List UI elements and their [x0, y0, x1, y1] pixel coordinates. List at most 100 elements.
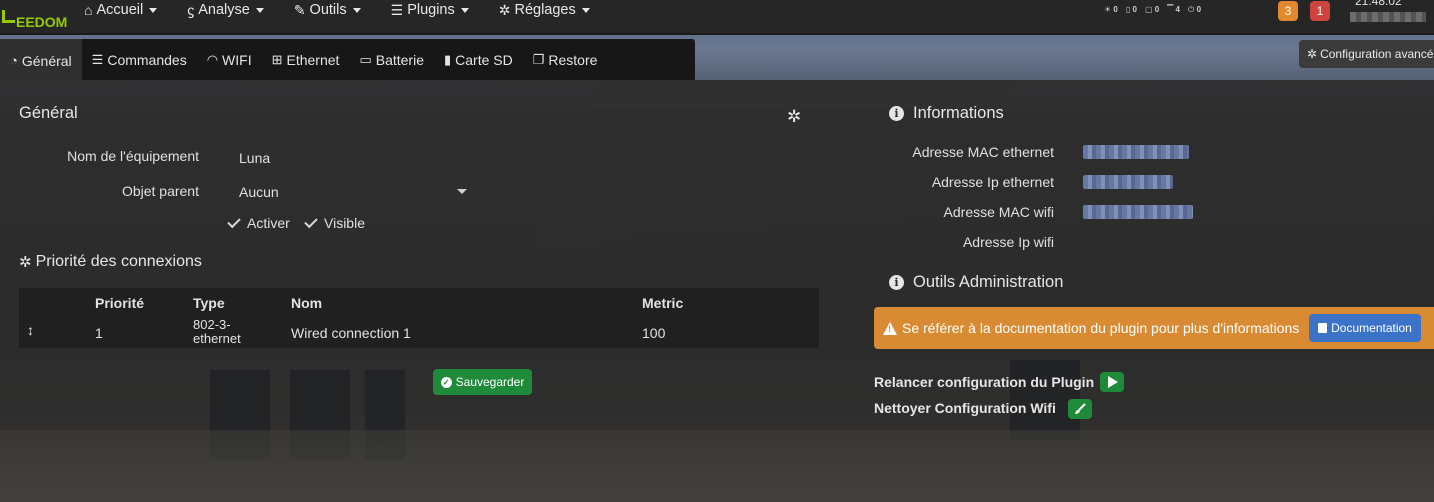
- info-icon: i: [889, 275, 904, 290]
- drag-handle-icon[interactable]: ↕: [27, 322, 34, 338]
- relancer-button[interactable]: [1100, 372, 1124, 392]
- advanced-config-button[interactable]: ✲ Configuration avancée: [1299, 40, 1434, 68]
- brush-icon: [1075, 403, 1086, 414]
- mac-wifi-value-redacted: [1083, 205, 1193, 219]
- tab-label: Batterie: [375, 51, 424, 68]
- informations-title: Informations: [913, 104, 1004, 122]
- menu-label: Outils: [309, 2, 347, 18]
- caret-down-icon: [457, 189, 467, 194]
- priority-table: Priorité Type Nom Metric ↕ 1 802-3- ethe…: [19, 288, 819, 348]
- tab-ethernet[interactable]: ⊞ Ethernet: [262, 39, 350, 80]
- logo-icon: [2, 8, 16, 26]
- tab-label: WIFI: [222, 51, 252, 68]
- mac-ethernet-value-redacted: [1083, 145, 1189, 159]
- activer-label: Activer: [247, 215, 290, 231]
- ip-ethernet-label: Adresse Ip ethernet: [931, 174, 1054, 190]
- check-icon: [304, 214, 318, 229]
- tab-label: Carte SD: [455, 51, 513, 68]
- cogs-icon[interactable]: ✲: [787, 107, 801, 127]
- tab-label: Commandes: [107, 51, 187, 68]
- check-circle-icon: ✓: [440, 376, 452, 388]
- ip-wifi-label: Adresse Ip wifi: [962, 234, 1054, 250]
- menu-outils[interactable]: ✎ Outils: [294, 0, 361, 20]
- priorite-title: Priorité des connexions: [35, 253, 202, 270]
- tab-bar: ◔ Général ☰ Commandes ◠ WIFI ⊞ Ethernet …: [0, 39, 695, 80]
- list-icon: ☰: [91, 51, 104, 67]
- cogs-icon: ✲: [19, 254, 32, 271]
- tab-general[interactable]: ◔ Général: [0, 39, 82, 80]
- book-icon: [1318, 323, 1328, 333]
- nom-label: Nom de l'équipement: [67, 148, 199, 164]
- tab-commandes[interactable]: ☰ Commandes: [82, 39, 197, 80]
- info-icon: i: [889, 106, 904, 121]
- section-title-informations: i Informations: [889, 104, 1004, 123]
- wrench-icon: ✎: [293, 1, 306, 18]
- nettoyer-label: Nettoyer Configuration Wifi: [874, 400, 1056, 416]
- tab-carte-sd[interactable]: ▮ Carte SD: [434, 39, 523, 80]
- nettoyer-button[interactable]: [1068, 399, 1092, 419]
- check-icon: [227, 214, 241, 229]
- column-header: Type: [193, 295, 225, 311]
- cogs-icon: ✲: [498, 1, 511, 18]
- ip-ethernet-value-redacted: [1083, 175, 1173, 189]
- documentation-button[interactable]: Documentation: [1309, 314, 1421, 342]
- save-button[interactable]: ✓ Sauvegarder: [433, 369, 532, 395]
- tab-batterie[interactable]: ▭ Batterie: [349, 39, 434, 80]
- main-content: Général ✲ Nom de l'équipement Luna Objet…: [0, 80, 1434, 502]
- menu-analyse[interactable]: ϛ Analyse: [187, 0, 264, 20]
- objet-parent-select[interactable]: Aucun: [227, 176, 475, 208]
- visible-checkbox[interactable]: Visible: [304, 214, 365, 231]
- menu-label: Analyse: [198, 2, 250, 18]
- wifi-icon: ◠: [206, 51, 219, 67]
- stethoscope-icon: ϛ: [187, 2, 195, 18]
- objet-parent-value: Aucun: [239, 184, 279, 200]
- status-shutter-count[interactable]: ▔ 4: [1167, 5, 1180, 15]
- mac-ethernet-label: Adresse MAC ethernet: [912, 144, 1054, 160]
- column-header: Metric: [642, 295, 684, 311]
- caret-down-icon: [460, 7, 469, 13]
- logo[interactable]: EEDOM: [0, 4, 67, 30]
- relancer-label: Relancer configuration du Plugin: [874, 374, 1095, 390]
- dashboard-icon: ◔: [10, 53, 18, 68]
- tab-wifi[interactable]: ◠ WIFI: [197, 39, 262, 80]
- objet-parent-label: Objet parent: [121, 183, 199, 199]
- clock: 21:48:02: [1355, 0, 1402, 8]
- column-header: Priorité: [95, 295, 145, 311]
- tab-restore[interactable]: ❐ Restore: [523, 39, 608, 80]
- admin-title: Outils Administration: [913, 273, 1064, 291]
- visible-label: Visible: [324, 215, 365, 231]
- status-icons: ☀ 0 ▯ 0 ▢ 0 ▔ 4 ⏻ 0: [1104, 5, 1209, 15]
- tab-label: Restore: [548, 51, 598, 68]
- activer-checkbox[interactable]: Activer: [227, 214, 290, 231]
- caret-down-icon: [255, 7, 264, 13]
- main-menu: ⌂ Accueil ϛ Analyse ✎ Outils ☰ Plugins ✲…: [84, 0, 620, 20]
- tab-label: Général: [21, 52, 72, 69]
- menu-label: Accueil: [96, 2, 144, 18]
- status-plug-count[interactable]: ⏻ 0: [1188, 5, 1201, 15]
- home-icon: ⌂: [84, 2, 93, 18]
- warning-badge[interactable]: 3: [1278, 1, 1298, 21]
- status-door-count[interactable]: ▯ 0: [1126, 5, 1137, 15]
- cogs-icon: ✲: [1307, 47, 1318, 61]
- menu-reglages[interactable]: ✲ Réglages: [499, 0, 590, 20]
- caret-down-icon: [581, 7, 590, 13]
- tab-label: Ethernet: [286, 51, 340, 68]
- table-cell-priorite: 1: [95, 325, 103, 341]
- battery-icon: ▭: [359, 51, 372, 67]
- section-title-general: Général: [19, 104, 78, 122]
- column-header: Nom: [291, 295, 323, 311]
- status-window-count[interactable]: ▢ 0: [1145, 5, 1159, 15]
- alert-badge[interactable]: 1: [1310, 1, 1330, 21]
- save-label: Sauvegarder: [455, 375, 525, 389]
- menu-plugins[interactable]: ☰ Plugins: [391, 0, 469, 20]
- menu-label: Réglages: [514, 2, 576, 18]
- list-icon: ☰: [390, 1, 404, 18]
- sd-card-icon: ▮: [443, 51, 452, 67]
- section-title-priorite: ✲ Priorité des connexions: [19, 253, 202, 271]
- status-motion-count[interactable]: ☀ 0: [1104, 5, 1118, 15]
- nom-input[interactable]: Luna: [227, 142, 475, 174]
- warning-icon: [883, 321, 897, 335]
- section-title-admin: i Outils Administration: [889, 273, 1063, 292]
- menu-accueil[interactable]: ⌂ Accueil: [84, 0, 158, 20]
- table-cell-type: 802-3- ethernet: [193, 317, 241, 346]
